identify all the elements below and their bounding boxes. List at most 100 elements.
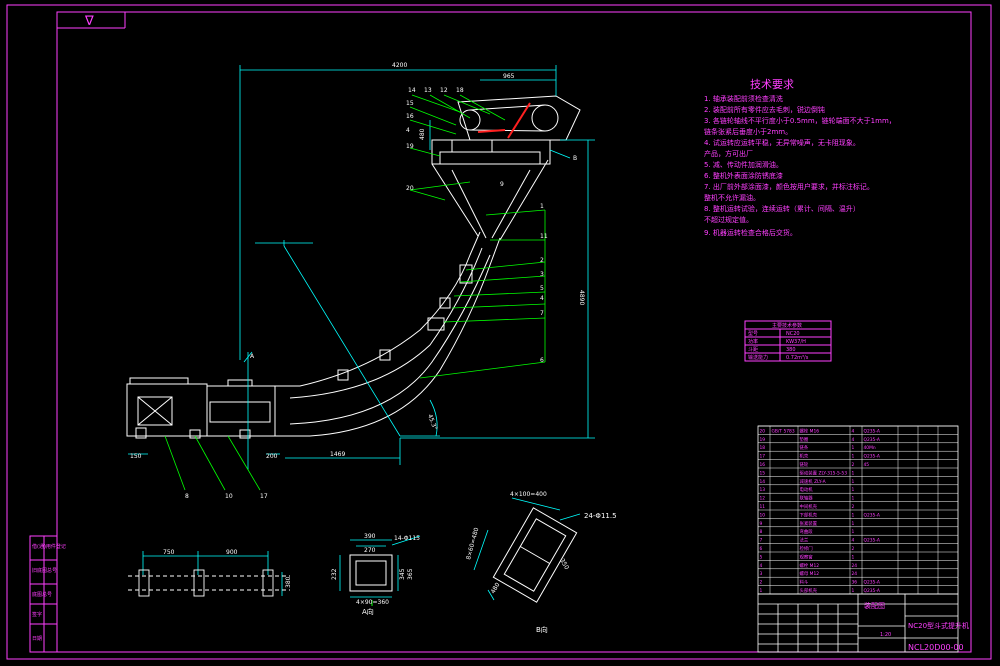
tech-req-title: 技术要求 — [750, 78, 794, 91]
table-cell: 1 — [852, 588, 855, 594]
table-cell: 1 — [852, 554, 855, 560]
table-cell: 1 — [852, 529, 855, 535]
svg-text:365: 365 — [407, 568, 414, 580]
main-dimension-texts: 4200 965 4890 150 200 1469 45.3° 480 A B — [130, 62, 585, 460]
table-cell: 12 — [760, 496, 766, 502]
svg-text:不超过规定值。: 不超过规定值。 — [704, 215, 753, 224]
table-cell: Q235-A — [864, 538, 880, 544]
dimension-lines — [128, 65, 595, 470]
svg-text:350: 350 — [558, 558, 570, 572]
svg-text:11: 11 — [540, 233, 548, 240]
b-section-view: 4×100=400 24-Φ11.5 8×60=480 350 480 B向 — [465, 491, 616, 634]
table-cell: 24 — [852, 563, 858, 569]
svg-text:NC20: NC20 — [786, 331, 800, 337]
svg-text:B: B — [573, 155, 577, 162]
svg-text:965: 965 — [503, 73, 515, 80]
table-cell: 1 — [852, 496, 855, 502]
table-cell: 9 — [760, 521, 763, 527]
svg-text:KW37/H: KW37/H — [786, 339, 806, 345]
table-cell: 5 — [760, 554, 763, 560]
table-cell: 1 — [852, 512, 855, 518]
svg-text:5: 5 — [540, 285, 544, 292]
svg-text:6. 整机外表面涂防锈底漆: 6. 整机外表面涂防锈底漆 — [704, 171, 783, 180]
svg-text:4. 试运转应运转平稳，无异常噪声，无卡阻现象。: 4. 试运转应运转平稳，无异常噪声，无卡阻现象。 — [704, 138, 860, 147]
table-cell: 法兰 — [800, 537, 809, 544]
table-cell: 17 — [760, 454, 766, 460]
svg-text:270: 270 — [364, 547, 376, 554]
table-cell: 11 — [760, 504, 766, 510]
technical-requirements: 技术要求 1. 轴承装配前须检查清洗 2. 装配前所有零件应去毛刺，锐边倒钝 3… — [704, 78, 896, 237]
svg-text:功率: 功率 — [748, 338, 758, 345]
svg-text:9: 9 — [500, 181, 504, 188]
svg-text:8. 整机运转试验，连续运转（累计、间隔、温升）: 8. 整机运转试验，连续运转（累计、间隔、温升） — [704, 204, 860, 213]
svg-text:0.72m³/s: 0.72m³/s — [786, 355, 809, 361]
svg-text:900: 900 — [226, 549, 238, 556]
title-block: 装配图 NC20型斗式提升机 NCL20D00-00 1:20 — [757, 593, 969, 653]
table-cell: 16 — [760, 462, 766, 468]
svg-text:480: 480 — [419, 128, 426, 140]
svg-text:斗距: 斗距 — [748, 347, 758, 353]
table-cell: 10 — [760, 512, 766, 518]
svg-text:19: 19 — [406, 143, 414, 150]
svg-text:17: 17 — [260, 493, 268, 500]
svg-text:1469: 1469 — [330, 451, 345, 458]
table-cell: 4 — [852, 437, 855, 443]
svg-text:6: 6 — [540, 357, 544, 364]
svg-text:日期: 日期 — [32, 636, 42, 642]
table-cell: 料斗 — [800, 579, 809, 586]
svg-text:1: 1 — [540, 203, 544, 210]
elevator-main-view — [126, 95, 581, 439]
table-cell: 减速机 ZLY-A — [800, 478, 826, 485]
table-cell: 2 — [852, 546, 855, 552]
svg-text:7. 出厂前外部涂面漆，颜色按用户要求，并标注标记。: 7. 出厂前外部涂面漆，颜色按用户要求，并标注标记。 — [704, 182, 874, 191]
table-cell: 1 — [852, 521, 855, 527]
table-cell: 1 — [852, 470, 855, 476]
svg-text:底图总号: 底图总号 — [32, 591, 52, 598]
plan-view: 750 900 380 — [128, 549, 292, 597]
svg-text:A: A — [250, 353, 255, 360]
table-cell: 链轮 — [800, 461, 809, 468]
drive-chain-accent — [477, 102, 531, 139]
table-cell: 机壳 — [800, 453, 809, 460]
drawing-name: 装配图 — [864, 601, 885, 610]
table-cell: Q235-A — [864, 454, 880, 460]
table-cell: 24 — [852, 571, 858, 577]
table-cell: 中间机壳 — [800, 503, 818, 510]
svg-text:150: 150 — [130, 453, 142, 460]
svg-text:13: 13 — [424, 87, 432, 94]
left-strip-labels: 借(通)用件登记 旧底图总号 底图总号 签字 日期 — [32, 543, 66, 642]
table-cell: 20 — [760, 428, 766, 434]
svg-text:A向: A向 — [362, 607, 374, 616]
table-cell: 观察窗 — [800, 553, 814, 560]
table-cell: 4 — [760, 563, 763, 569]
table-cell: 1 — [852, 487, 855, 493]
drawing-frame — [6, 4, 992, 660]
table-cell: 联轴器 — [800, 495, 814, 502]
table-cell: 链条 — [800, 444, 809, 451]
svg-text:型号: 型号 — [748, 330, 758, 337]
table-cell: 弯曲段 — [800, 528, 814, 535]
svg-text:3: 3 — [540, 271, 544, 278]
table-cell: 6 — [760, 546, 763, 552]
svg-text:380: 380 — [285, 576, 292, 588]
table-cell: 45 — [864, 462, 870, 468]
svg-text:18: 18 — [456, 87, 464, 94]
svg-text:2. 装配前所有零件应去毛刺，锐边倒钝: 2. 装配前所有零件应去毛刺，锐边倒钝 — [704, 105, 825, 114]
svg-text:10: 10 — [225, 493, 233, 500]
svg-text:750: 750 — [163, 549, 175, 556]
svg-text:8: 8 — [185, 493, 189, 500]
table-cell: 电动机 — [800, 486, 814, 493]
svg-text:1. 轴承装配前须检查清洗: 1. 轴承装配前须检查清洗 — [704, 94, 783, 103]
svg-text:7: 7 — [540, 310, 544, 317]
svg-text:200: 200 — [266, 453, 278, 460]
table-cell: 驱动装置 ZLY-315-5-53 — [800, 469, 848, 476]
table-cell: 18 — [760, 445, 766, 451]
table-cell: 下部机壳 — [800, 511, 818, 518]
parts-list-table: 20 GB/T 5783 螺栓 M16 4 Q235-A19 垫圈 4 Q235-A18 链条 1… — [757, 425, 959, 595]
svg-text:8×60=480: 8×60=480 — [465, 527, 480, 561]
table-cell: 检修门 — [800, 545, 813, 552]
a-section-view: 390 270 14-Φ115 4×90=360 232 345 365 A向 — [331, 533, 420, 616]
table-cell: 2 — [852, 504, 855, 510]
svg-text:15: 15 — [406, 100, 414, 107]
table-cell: 14 — [760, 479, 766, 485]
